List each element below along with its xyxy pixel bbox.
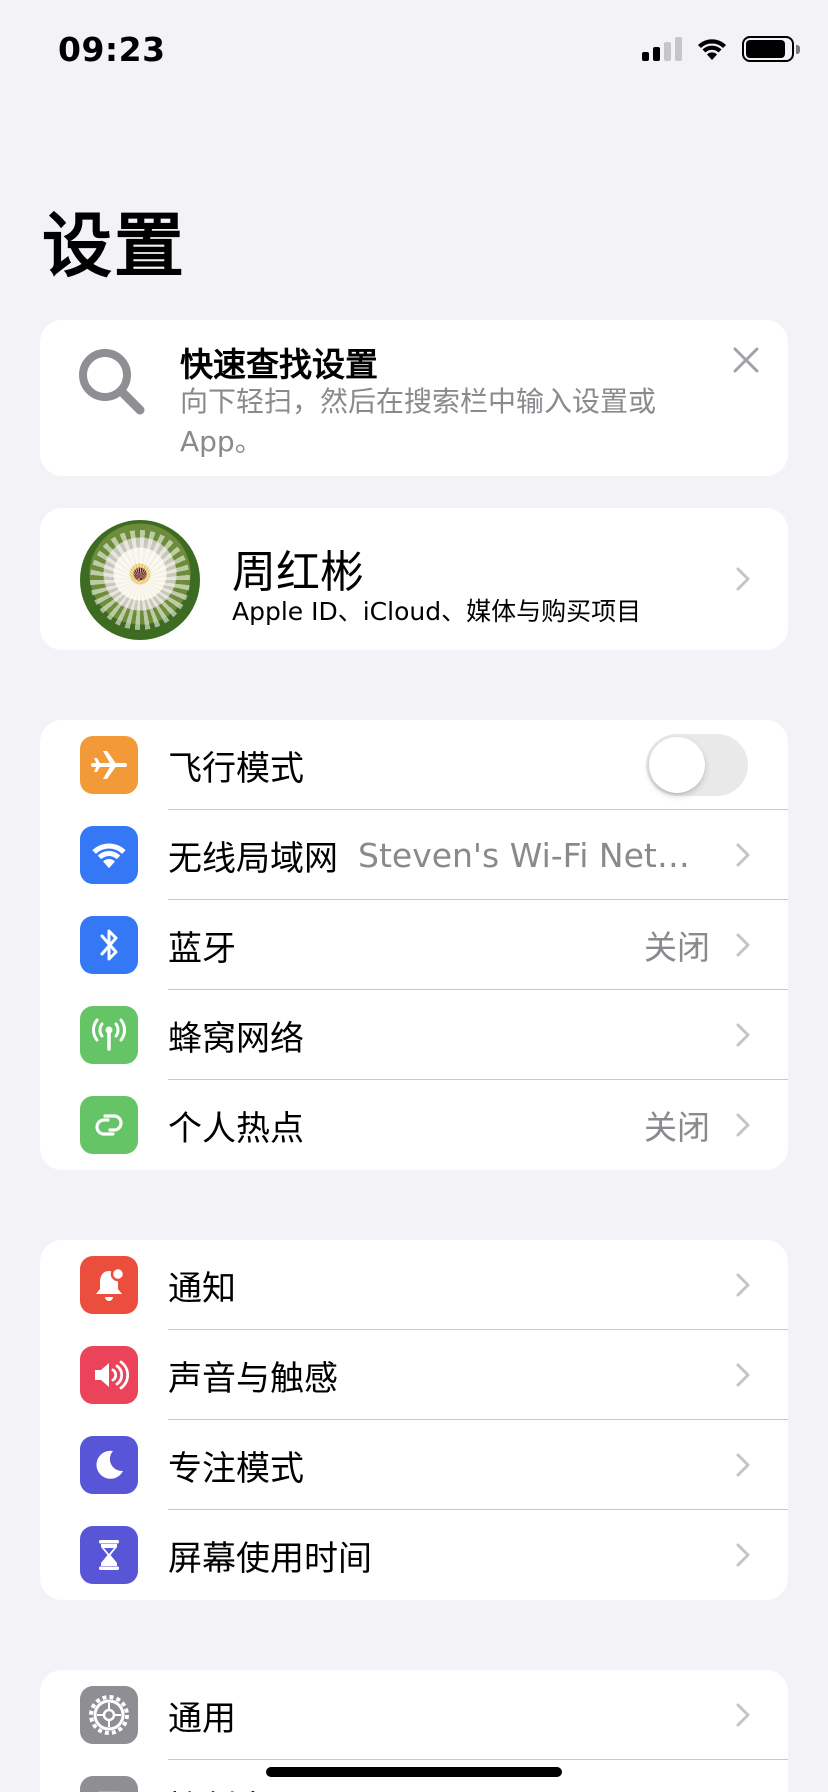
gear-icon — [80, 1686, 138, 1744]
airplane-icon — [80, 736, 138, 794]
settings-row-wifi[interactable]: 无线局域网 Steven's Wi-Fi Netwo... — [40, 810, 788, 900]
wifi-label: 无线局域网 — [168, 838, 338, 879]
chevron-right-icon — [736, 1273, 750, 1297]
cellular-signal-icon — [642, 37, 682, 61]
cellular-label: 蜂窝网络 — [168, 1018, 304, 1059]
hotspot-icon — [80, 1096, 138, 1154]
chevron-right-icon — [736, 933, 750, 957]
hotspot-status-value: 关闭 — [644, 1108, 710, 1147]
status-bar: 09:23 — [0, 0, 828, 100]
search-icon — [79, 349, 145, 415]
battery-level-fill — [746, 40, 785, 58]
bell-icon — [80, 1256, 138, 1314]
bluetooth-status-value: 关闭 — [644, 928, 710, 967]
airplane-mode-toggle[interactable] — [646, 734, 748, 796]
tip-description: 向下轻扫，然后在搜索栏中输入设置或 App。 — [180, 385, 657, 458]
profile-name: 周红彬 — [232, 547, 364, 598]
control-center-icon — [80, 1776, 138, 1792]
chevron-right-icon — [736, 1543, 750, 1567]
wifi-network-value: Steven's Wi-Fi Netwo... — [358, 835, 710, 875]
avatar — [80, 520, 200, 640]
airplane-mode-label: 飞行模式 — [168, 748, 304, 789]
speaker-icon — [80, 1346, 138, 1404]
apple-id-profile-row[interactable]: 周红彬 Apple ID、iCloud、媒体与购买项目 — [40, 508, 788, 650]
settings-row-bluetooth[interactable]: 蓝牙 关闭 — [40, 900, 788, 990]
screen-time-label: 屏幕使用时间 — [168, 1538, 372, 1579]
moon-icon — [80, 1436, 138, 1494]
chevron-right-icon — [736, 1453, 750, 1477]
page-title: 设置 — [42, 205, 186, 287]
settings-row-airplane-mode: 飞行模式 — [40, 720, 788, 810]
home-indicator[interactable] — [266, 1767, 562, 1777]
toggle-knob — [649, 737, 705, 793]
general-label: 通用 — [168, 1698, 236, 1739]
settings-row-notifications[interactable]: 通知 — [40, 1240, 788, 1330]
chevron-right-icon — [736, 567, 750, 591]
chevron-right-icon — [736, 1363, 750, 1387]
chevron-right-icon — [736, 1113, 750, 1137]
chevron-right-icon — [736, 843, 750, 867]
sounds-haptics-label: 声音与触感 — [168, 1358, 338, 1399]
personal-hotspot-label: 个人热点 — [168, 1108, 304, 1149]
chevron-right-icon — [736, 1703, 750, 1727]
notifications-label: 通知 — [168, 1268, 236, 1309]
bluetooth-label: 蓝牙 — [168, 928, 236, 969]
settings-screen: 09:23 设置 快速查找设置 向下轻扫，然后在搜索栏中输入设置或 App。 周… — [0, 0, 828, 1792]
battery-icon — [742, 36, 800, 62]
connectivity-group: 飞行模式 无线局域网 Steven's Wi-Fi Netwo... 蓝牙 关闭… — [40, 720, 788, 1170]
wifi-status-icon — [698, 39, 726, 60]
status-icons — [642, 34, 800, 64]
tip-title: 快速查找设置 — [180, 345, 378, 384]
settings-row-general[interactable]: 通用 — [40, 1670, 788, 1760]
notifications-group: 通知 声音与触感 专注模式 屏幕使用时间 — [40, 1240, 788, 1600]
status-time: 09:23 — [58, 30, 166, 69]
wifi-icon — [80, 826, 138, 884]
focus-label: 专注模式 — [168, 1448, 304, 1489]
close-icon — [733, 347, 759, 373]
chevron-right-icon — [736, 1023, 750, 1047]
settings-row-focus[interactable]: 专注模式 — [40, 1420, 788, 1510]
settings-row-screen-time[interactable]: 屏幕使用时间 — [40, 1510, 788, 1600]
quick-find-tip-card[interactable]: 快速查找设置 向下轻扫，然后在搜索栏中输入设置或 App。 — [40, 320, 788, 476]
settings-row-personal-hotspot[interactable]: 个人热点 关闭 — [40, 1080, 788, 1170]
settings-row-cellular[interactable]: 蜂窝网络 — [40, 990, 788, 1080]
bluetooth-icon — [80, 916, 138, 974]
control-center-label: 控制中心 — [168, 1781, 304, 1792]
settings-row-sounds-haptics[interactable]: 声音与触感 — [40, 1330, 788, 1420]
cellular-antenna-icon — [80, 1006, 138, 1064]
close-tip-button[interactable] — [724, 338, 768, 382]
profile-subtitle: Apple ID、iCloud、媒体与购买项目 — [232, 597, 642, 626]
hourglass-icon — [80, 1526, 138, 1584]
